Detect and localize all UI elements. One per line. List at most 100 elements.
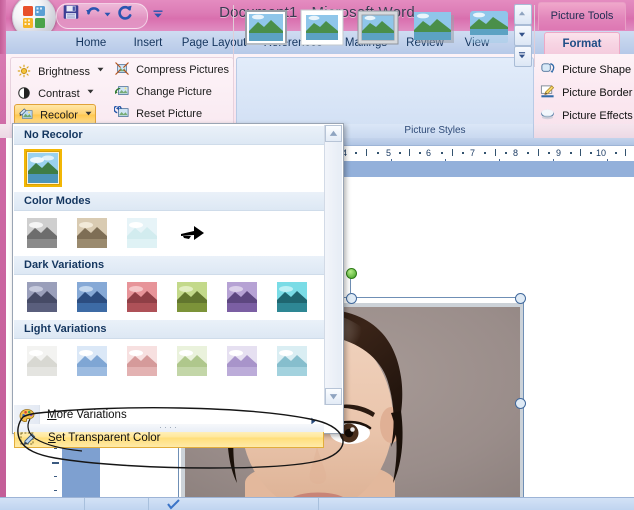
group-separator-2 — [534, 5, 535, 67]
swatch-no-recolor[interactable] — [24, 149, 62, 187]
picture-shape-label: Picture Shape — [562, 64, 632, 76]
picture-shape-icon — [540, 61, 555, 76]
picture-styles-scroll-column — [514, 4, 532, 67]
picture-effects-icon — [540, 107, 555, 122]
swatch-row-dark-variations — [14, 275, 324, 319]
brightness-label: Brightness — [38, 66, 91, 79]
compress-pictures-icon — [114, 62, 130, 76]
group-title-picture-styles: Picture Styles — [336, 124, 534, 138]
ruler-top-band — [340, 138, 634, 145]
picture-effects-label: Picture Effects — [562, 110, 633, 122]
swatch-light-accent3[interactable] — [174, 343, 211, 379]
picture-style-beveled-matte-white[interactable] — [300, 9, 344, 46]
recolor-icon — [18, 108, 34, 122]
recolor-menu-scrollbar[interactable] — [324, 125, 342, 405]
compress-pictures-label: Compress Pictures — [136, 64, 229, 77]
swatch-row-color-modes — [14, 211, 324, 255]
status-bar — [0, 497, 634, 510]
picture-style-reflected-rounded-rectangle[interactable] — [468, 9, 512, 46]
compress-pictures-button[interactable]: Compress Pictures — [114, 61, 229, 79]
handle-top-middle[interactable] — [346, 293, 357, 304]
contrast-icon — [16, 86, 32, 100]
swatch-light-accent5[interactable] — [274, 343, 311, 379]
swatch-sepia[interactable] — [74, 215, 111, 251]
contrast-button[interactable]: Contrast — [16, 83, 94, 101]
swatch-dark-accent2[interactable] — [124, 279, 161, 315]
ruler-number-6: 6 — [426, 148, 432, 158]
picture-effects-button[interactable]: Picture Effects — [540, 106, 633, 126]
section-heading-color-modes: Color Modes — [14, 191, 324, 211]
handle-top-right[interactable] — [515, 293, 526, 304]
rotate-handle[interactable] — [346, 268, 357, 279]
reset-picture-label: Reset Picture — [136, 108, 203, 121]
recolor-scroll-up-arrow[interactable] — [325, 125, 342, 142]
horizontal-ruler[interactable]: 4 5 6 7 8 9 10 — [340, 145, 634, 164]
swatch-dark-accent5[interactable] — [274, 279, 311, 315]
contrast-chevron-down-icon[interactable] — [87, 83, 94, 94]
reset-picture-button[interactable]: Reset Picture — [113, 104, 203, 123]
menu-resize-grip[interactable]: ···· — [14, 423, 324, 432]
picture-styles-scroll-down-button[interactable] — [514, 25, 532, 46]
swatch-dark-accent3[interactable] — [174, 279, 211, 315]
recolor-button[interactable]: Recolor — [14, 104, 97, 125]
ribbon-left-edge — [0, 54, 6, 131]
picture-style-drop-shadow-rectangle[interactable] — [412, 9, 456, 46]
picture-border-button[interactable]: Picture Border — [540, 83, 632, 103]
handle-middle-right[interactable] — [515, 398, 526, 409]
ruler-number-9: 9 — [556, 148, 562, 158]
change-picture-button[interactable]: Change Picture — [114, 83, 212, 101]
swatch-washout[interactable] — [124, 215, 161, 251]
picture-shape-button[interactable]: Picture Shape — [540, 60, 634, 80]
ruler-bottom-band — [340, 161, 634, 177]
tab-format[interactable]: Format — [544, 32, 620, 55]
brightness-icon — [16, 64, 32, 78]
contextual-tab-group-picture-tools: Picture Tools — [538, 2, 626, 30]
proofing-errors-icon[interactable] — [166, 499, 182, 510]
swatch-black-and-white[interactable] — [174, 215, 211, 251]
ruler-number-10: 10 — [596, 148, 607, 158]
swatch-grayscale[interactable] — [24, 215, 60, 251]
picture-style-metal-frame[interactable] — [356, 9, 400, 46]
change-picture-icon — [114, 84, 130, 98]
tab-home[interactable]: Home — [68, 33, 114, 54]
group-picture-styles — [236, 57, 534, 130]
tabstrip-left-edge — [0, 31, 6, 54]
swatch-light-accent-text2[interactable] — [24, 343, 60, 379]
picture-style-simple-frame-white[interactable] — [244, 9, 288, 46]
contrast-label: Contrast — [38, 88, 80, 101]
brightness-chevron-down-icon[interactable] — [97, 61, 104, 72]
picture-styles-scroll-up-button[interactable] — [514, 4, 532, 25]
section-heading-light-variations: Light Variations — [14, 319, 324, 339]
swatch-light-accent1[interactable] — [74, 343, 111, 379]
more-variations-label: More Variations — [47, 409, 127, 421]
tab-insert[interactable]: Insert — [126, 33, 170, 54]
section-heading-no-recolor: No Recolor — [14, 125, 324, 145]
tab-page-layout[interactable]: Page Layout — [178, 33, 250, 54]
ruler-number-5: 5 — [386, 148, 392, 158]
recolor-label: Recolor — [40, 109, 78, 122]
brightness-button[interactable]: Brightness — [16, 61, 104, 79]
group-separator — [233, 5, 234, 67]
document-left-edge — [0, 138, 6, 510]
swatch-light-accent4[interactable] — [224, 343, 261, 379]
ruler-number-8: 8 — [513, 148, 519, 158]
change-picture-label: Change Picture — [136, 86, 212, 99]
swatch-dark-accent-text2[interactable] — [24, 279, 60, 315]
swatch-dark-accent4[interactable] — [224, 279, 261, 315]
recolor-scroll-down-arrow[interactable] — [325, 388, 342, 405]
picture-styles-more-button[interactable] — [514, 46, 532, 67]
swatch-light-accent2[interactable] — [124, 343, 161, 379]
recolor-gallery-scroll-area: No Recolor Color Modes Dark Variations L… — [14, 125, 324, 405]
swatch-row-no-recolor — [14, 145, 324, 191]
set-transparent-color-icon — [20, 431, 36, 447]
picture-border-label: Picture Border — [562, 87, 633, 99]
ruler-number-7: 7 — [470, 148, 476, 158]
recolor-chevron-down-icon[interactable] — [85, 105, 92, 116]
reset-picture-icon — [113, 104, 130, 120]
swatch-dark-accent1[interactable] — [74, 279, 111, 315]
section-heading-dark-variations: Dark Variations — [14, 255, 324, 275]
submenu-chevron-right-icon — [311, 412, 316, 425]
palette-icon — [19, 408, 35, 424]
recolor-dropdown-menu: No Recolor Color Modes Dark Variations L… — [12, 123, 344, 448]
swatch-row-light-variations — [14, 339, 324, 383]
